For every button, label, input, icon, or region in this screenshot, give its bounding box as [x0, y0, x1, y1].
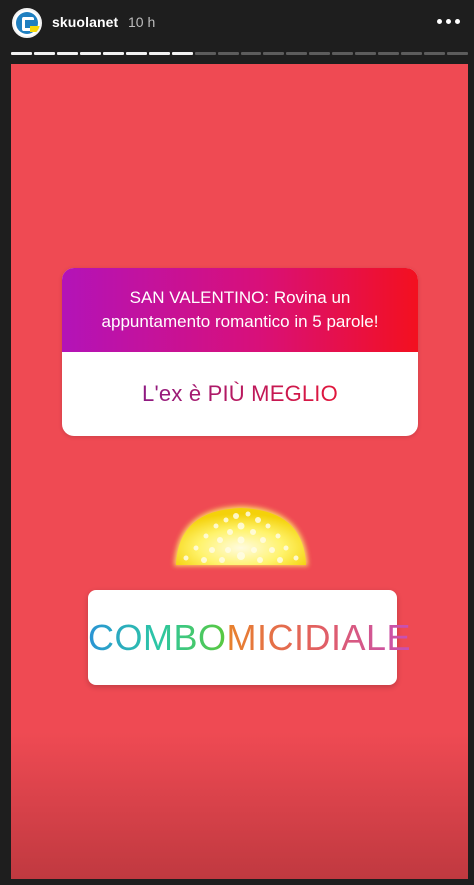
story-header: skuolanet 10 h [0, 0, 474, 60]
story-progress-bar [11, 52, 469, 56]
more-horizontal-icon[interactable] [434, 14, 462, 28]
question-answer: L'ex è PIÙ MEGLIO [62, 352, 418, 436]
avatar[interactable] [12, 8, 42, 38]
progress-segment [378, 52, 400, 55]
progress-segment [286, 52, 308, 55]
progress-segment [171, 52, 193, 55]
question-sticker[interactable]: SAN VALENTINO: Rovina un appuntamento ro… [62, 268, 418, 436]
progress-segment [11, 52, 32, 55]
progress-segment [125, 52, 147, 55]
story-canvas[interactable]: SAN VALENTINO: Rovina un appuntamento ro… [11, 64, 468, 879]
progress-segment [240, 52, 262, 55]
timestamp: 10 h [128, 14, 156, 30]
combo-left-text: COMBO [88, 616, 227, 658]
progress-segment [263, 52, 285, 55]
progress-segment [309, 52, 331, 55]
progress-segment [401, 52, 423, 55]
combo-right-half: MICIDIALE [227, 590, 412, 685]
progress-segment [56, 52, 78, 55]
skuolanet-logo-icon [16, 12, 40, 34]
progress-segment [355, 52, 377, 55]
progress-segment [102, 52, 124, 55]
progress-segment [148, 52, 170, 55]
question-answer-text: L'ex è PIÙ MEGLIO [142, 381, 338, 406]
username[interactable]: skuolanet [52, 14, 118, 30]
progress-segment [217, 52, 239, 55]
progress-segment [33, 52, 55, 55]
progress-segment [332, 52, 354, 55]
combo-sticker[interactable]: COMBO MICIDIALE [88, 590, 411, 685]
progress-segment [447, 52, 469, 55]
progress-segment [424, 52, 446, 55]
question-prompt: SAN VALENTINO: Rovina un appuntamento ro… [62, 268, 418, 352]
combo-left-half: COMBO [88, 590, 227, 685]
combo-right-text: MICIDIALE [226, 616, 412, 658]
progress-segment [194, 52, 216, 55]
glowing-dome-sticker [174, 506, 308, 566]
progress-segment [79, 52, 101, 55]
